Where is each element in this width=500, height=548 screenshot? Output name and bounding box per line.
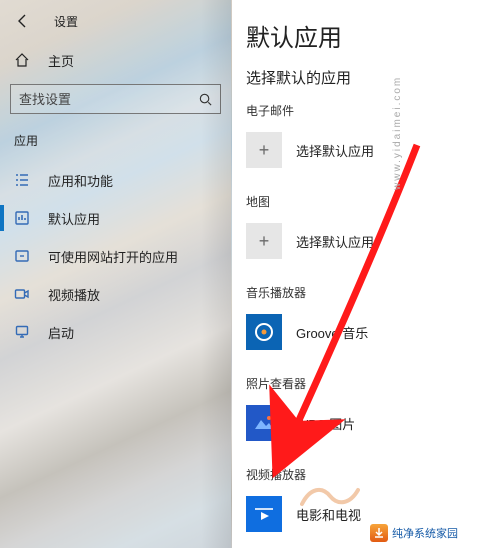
startup-icon [14, 324, 30, 340]
list-icon [14, 172, 30, 188]
search-icon [196, 90, 214, 108]
sidebar-item-label: 可使用网站打开的应用 [48, 247, 178, 266]
sidebar-item-video-playback[interactable]: 视频播放 [0, 275, 231, 313]
home-link[interactable]: 主页 [0, 42, 231, 78]
home-icon [14, 52, 30, 68]
category-maps: 地图 + 选择默认应用 [246, 193, 500, 262]
choose-default-video[interactable]: 电影和电视 [246, 493, 500, 535]
choose-default-photos[interactable]: WPS 图片 [246, 402, 500, 444]
section-label: 应用 [0, 128, 231, 153]
category-label: 音乐播放器 [246, 284, 500, 301]
sidebar-item-default-apps[interactable]: 默认应用 [0, 199, 231, 237]
plus-icon: + [246, 223, 282, 259]
back-button[interactable] [10, 8, 36, 34]
choose-default-music[interactable]: Groove 音乐 [246, 311, 500, 353]
sidebar: 设置 主页 应用 应用和功能 默认应用 可使用网站打开的应用 [0, 0, 232, 548]
defaults-icon [14, 210, 30, 226]
plus-icon: + [246, 132, 282, 168]
arrow-left-icon [15, 13, 31, 29]
home-label: 主页 [48, 51, 74, 70]
page-title: 默认应用 [246, 18, 500, 53]
search-input[interactable] [19, 92, 196, 107]
sidebar-item-label: 应用和功能 [48, 171, 113, 190]
sidebar-item-label: 启动 [48, 323, 74, 342]
category-label: 照片查看器 [246, 375, 500, 392]
choose-default-email[interactable]: + 选择默认应用 [246, 129, 500, 171]
category-label: 电子邮件 [246, 102, 500, 119]
category-email: 电子邮件 + 选择默认应用 [246, 102, 500, 171]
category-label: 视频播放器 [246, 466, 500, 483]
app-label: Groove 音乐 [296, 323, 368, 342]
choose-default-maps[interactable]: + 选择默认应用 [246, 220, 500, 262]
settings-title: 设置 [54, 13, 78, 30]
app-label: 电影和电视 [296, 505, 361, 524]
category-video: 视频播放器 电影和电视 [246, 466, 500, 535]
app-label: 选择默认应用 [296, 141, 374, 160]
sidebar-item-label: 视频播放 [48, 285, 100, 304]
movies-tv-icon [246, 496, 282, 532]
sidebar-item-apps-for-websites[interactable]: 可使用网站打开的应用 [0, 237, 231, 275]
app-label: WPS 图片 [296, 414, 355, 433]
sidebar-header: 设置 [0, 0, 231, 42]
search-box[interactable] [10, 84, 221, 114]
groove-icon [246, 314, 282, 350]
sidebar-item-startup[interactable]: 启动 [0, 313, 231, 351]
wps-photo-icon [246, 405, 282, 441]
category-photos: 照片查看器 WPS 图片 [246, 375, 500, 444]
category-label: 地图 [246, 193, 500, 210]
app-label: 选择默认应用 [296, 232, 374, 251]
website-apps-icon [14, 248, 30, 264]
sidebar-item-apps-features[interactable]: 应用和功能 [0, 161, 231, 199]
video-icon [14, 286, 30, 302]
section-subtitle: 选择默认的应用 [246, 67, 500, 88]
main-panel: 默认应用 选择默认的应用 电子邮件 + 选择默认应用 地图 + 选择默认应用 音… [232, 0, 500, 548]
sidebar-item-label: 默认应用 [48, 209, 100, 228]
category-music: 音乐播放器 Groove 音乐 [246, 284, 500, 353]
